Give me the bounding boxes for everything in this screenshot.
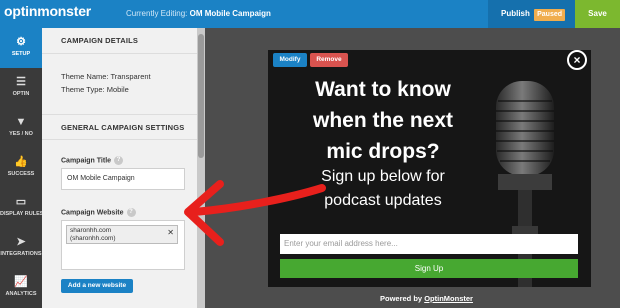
monitor-icon: ▭ bbox=[15, 196, 27, 208]
currently-editing: Currently Editing: OM Mobile Campaign bbox=[126, 9, 271, 18]
modify-button[interactable]: Modify bbox=[273, 53, 307, 67]
nav-item-display-rules[interactable]: ▭ DISPLAY RULES bbox=[0, 188, 44, 228]
status-badge: Paused bbox=[534, 9, 566, 21]
nav-item-optin[interactable]: ☰ OPTIN bbox=[0, 68, 42, 108]
nav-item-setup[interactable]: ⚙ SETUP bbox=[0, 28, 42, 68]
campaign-website-label-text: Campaign Website bbox=[61, 209, 124, 217]
chart-icon: 📈 bbox=[14, 276, 28, 288]
add-website-button[interactable]: Add a new website bbox=[61, 279, 133, 293]
website-tag: sharonhh.com (sharonhh.com) ✕ bbox=[66, 225, 178, 244]
signup-button[interactable]: Sign Up bbox=[280, 259, 578, 278]
campaign-title-label: Campaign Title? bbox=[61, 156, 124, 165]
nav-item-label: YES / NO bbox=[9, 131, 33, 137]
close-icon[interactable]: × bbox=[567, 50, 587, 70]
list-icon: ☰ bbox=[16, 76, 26, 88]
help-icon[interactable]: ? bbox=[114, 156, 124, 165]
theme-name: Theme Name: Transparent bbox=[61, 72, 151, 81]
nav-item-integrations[interactable]: ➤ INTEGRATIONS bbox=[0, 228, 42, 268]
scrollbar-thumb[interactable] bbox=[198, 34, 204, 158]
campaign-website-label: Campaign Website? bbox=[61, 208, 136, 217]
nav-item-analytics[interactable]: 📈 ANALYTICS bbox=[0, 268, 42, 308]
settings-panel: CAMPAIGN DETAILS Theme Name: Transparent… bbox=[42, 28, 197, 308]
annotation-arrow bbox=[184, 180, 326, 246]
nav-item-label: DISPLAY RULES bbox=[0, 211, 44, 217]
headline-line: mic drops? bbox=[326, 140, 440, 163]
powered-by-prefix: Powered by bbox=[380, 294, 423, 303]
powered-by: Powered by OptinMonster bbox=[380, 294, 473, 303]
thumbs-up-icon: 👍 bbox=[14, 156, 28, 168]
paper-plane-icon: ➤ bbox=[16, 236, 26, 248]
remove-website-icon[interactable]: ✕ bbox=[167, 229, 174, 237]
help-icon[interactable]: ? bbox=[126, 208, 136, 217]
campaign-title-label-text: Campaign Title bbox=[61, 157, 112, 165]
popup-headline: Want to know when the next mic drops? bbox=[283, 74, 483, 167]
campaign-title-input[interactable]: OM Mobile Campaign bbox=[61, 168, 185, 190]
filter-icon: ▼ bbox=[15, 116, 27, 128]
left-nav: ⚙ SETUP ☰ OPTIN ▼ YES / NO 👍 SUCCESS ▭ D… bbox=[0, 28, 44, 308]
gear-icon: ⚙ bbox=[16, 36, 26, 48]
nav-item-label: INTEGRATIONS bbox=[0, 251, 42, 257]
top-bar: optinmonster Currently Editing: OM Mobil… bbox=[0, 0, 620, 28]
general-settings-heading: GENERAL CAMPAIGN SETTINGS bbox=[42, 114, 197, 140]
optinmonster-logo[interactable]: optinmonster bbox=[4, 3, 91, 19]
headline-line: when the next bbox=[312, 109, 454, 132]
nav-item-success[interactable]: 👍 SUCCESS bbox=[0, 148, 42, 188]
campaign-details-heading: CAMPAIGN DETAILS bbox=[42, 28, 197, 54]
nav-item-label: SUCCESS bbox=[7, 171, 35, 177]
nav-item-label: OPTIN bbox=[12, 91, 30, 97]
publish-button[interactable]: Publish Paused bbox=[488, 0, 575, 28]
theme-type: Theme Type: Mobile bbox=[61, 85, 129, 94]
powered-by-link[interactable]: OptinMonster bbox=[424, 294, 473, 303]
nav-item-yes-no[interactable]: ▼ YES / NO bbox=[0, 108, 42, 148]
nav-item-label: SETUP bbox=[11, 51, 31, 57]
remove-button[interactable]: Remove bbox=[310, 53, 348, 67]
website-tag-domain: sharonhh.com bbox=[70, 227, 112, 234]
nav-item-label: ANALYTICS bbox=[5, 291, 37, 297]
headline-line: Want to know bbox=[315, 78, 451, 101]
campaign-name: OM Mobile Campaign bbox=[189, 9, 271, 18]
editing-label: Currently Editing: bbox=[126, 9, 188, 18]
panel-scrollbar[interactable] bbox=[197, 28, 205, 308]
publish-label: Publish bbox=[501, 9, 530, 18]
website-tag-subdomain: (sharonhh.com) bbox=[70, 235, 116, 242]
save-button[interactable]: Save bbox=[575, 0, 620, 28]
campaign-website-select[interactable]: sharonhh.com (sharonhh.com) ✕ bbox=[61, 220, 185, 270]
